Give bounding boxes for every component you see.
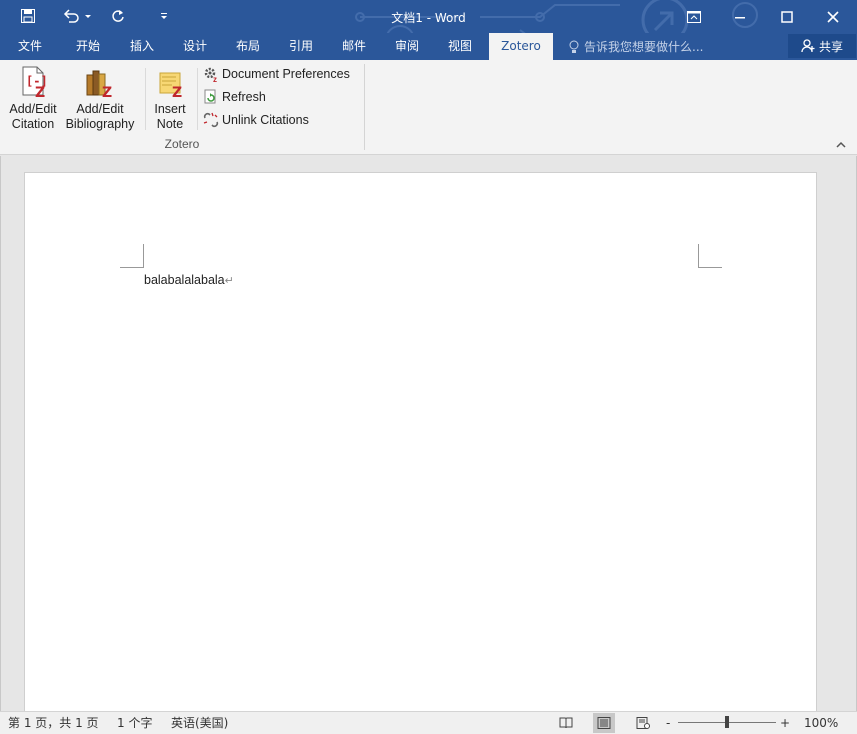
ribbon-zotero: [-] Z Add/Edit Citation Z Add/Edit Bibli…: [0, 60, 857, 155]
book-icon: [559, 717, 573, 729]
close-button[interactable]: [810, 0, 856, 33]
ribbon-group-label: Zotero: [164, 137, 200, 151]
zoom-slider-thumb[interactable]: [725, 716, 729, 728]
unlink-icon: [203, 112, 219, 128]
tab-file[interactable]: 文件: [6, 33, 54, 60]
page-count[interactable]: 第 1 页，共 1 页: [8, 715, 99, 732]
document-body-text[interactable]: balabalalabala↵: [144, 273, 234, 287]
refresh-label: Refresh: [222, 90, 266, 104]
bibliography-label-2: Bibliography: [65, 117, 135, 131]
tell-me-placeholder: 告诉我您想要做什么...: [584, 39, 704, 54]
share-label: 共享: [818, 39, 843, 54]
lightbulb-icon: [569, 40, 579, 53]
ribbon-separator: [197, 68, 198, 130]
zoom-out-button[interactable]: -: [666, 715, 670, 732]
document-page[interactable]: balabalalabala↵: [24, 172, 817, 717]
citation-label-1: Add/Edit: [9, 102, 57, 116]
refresh-button[interactable]: Refresh: [203, 87, 266, 107]
page-icon: [597, 717, 611, 729]
web-icon: [636, 717, 650, 729]
note-icon: Z: [159, 72, 182, 99]
citation-icon: [-] Z: [22, 66, 48, 99]
zoom-level[interactable]: 100%: [804, 715, 838, 732]
minimize-icon: [735, 16, 745, 18]
maximize-button[interactable]: [764, 0, 810, 33]
document-preferences-label: Document Preferences: [222, 67, 350, 81]
close-icon: [827, 10, 839, 23]
tab-design[interactable]: 设计: [171, 33, 219, 60]
gear-icon: z: [204, 67, 217, 82]
share-button[interactable]: 共享: [788, 34, 856, 58]
read-mode-button[interactable]: [555, 713, 577, 733]
tell-me-box[interactable]: 告诉我您想要做什么...: [568, 33, 703, 60]
insert-note-button[interactable]: Z Insert Note: [148, 65, 192, 132]
document-area: balabalalabala↵: [0, 156, 857, 717]
tab-references[interactable]: 引用: [277, 33, 325, 60]
margin-corner-top-left: [120, 244, 144, 268]
paragraph-mark: ↵: [224, 275, 234, 287]
tab-view[interactable]: 视图: [436, 33, 484, 60]
bibliography-icon: Z: [86, 70, 112, 99]
title-bar: 文档1 - Word: [0, 0, 857, 33]
tab-zotero[interactable]: Zotero: [489, 33, 553, 60]
svg-text:Z: Z: [102, 85, 112, 99]
bibliography-label-1: Add/Edit: [76, 102, 124, 116]
ribbon-display-button[interactable]: [671, 0, 717, 33]
print-layout-button[interactable]: [593, 713, 615, 733]
citation-label-2: Citation: [11, 117, 55, 131]
status-bar: 第 1 页，共 1 页 1 个字 英语(美国) - + 100%: [0, 711, 857, 734]
tab-mailings[interactable]: 邮件: [330, 33, 378, 60]
svg-text:z: z: [213, 75, 217, 82]
document-preferences-button[interactable]: z Document Preferences: [203, 64, 350, 84]
note-label-2: Note: [156, 117, 184, 131]
add-edit-bibliography-button[interactable]: Z Add/Edit Bibliography: [62, 65, 138, 132]
note-label-1: Insert: [154, 102, 186, 116]
maximize-icon: [781, 10, 793, 23]
zoom-in-button[interactable]: +: [780, 715, 790, 732]
person-icon: [801, 39, 815, 53]
ribbon-tabs: 文件 开始 插入 设计 布局 引用 邮件 审阅 视图 Zotero 告诉我您想要…: [0, 33, 857, 60]
collapse-ribbon-icon[interactable]: [834, 138, 848, 152]
paragraph-text: balabalalabala: [144, 273, 225, 287]
tab-insert[interactable]: 插入: [118, 33, 166, 60]
svg-text:Z: Z: [172, 85, 182, 99]
ribbon-separator: [145, 68, 146, 130]
svg-text:Z: Z: [35, 85, 45, 99]
ribbon-group-separator: [364, 64, 365, 150]
minimize-button[interactable]: [717, 0, 763, 33]
unlink-citations-label: Unlink Citations: [222, 113, 309, 127]
margin-corner-top-right: [698, 244, 722, 268]
tab-review[interactable]: 审阅: [383, 33, 431, 60]
language[interactable]: 英语(美国): [171, 715, 228, 732]
web-layout-button[interactable]: [632, 713, 654, 733]
tab-home[interactable]: 开始: [64, 33, 112, 60]
refresh-icon: [204, 89, 216, 104]
ribbon-display-icon: [687, 10, 701, 23]
tab-layout[interactable]: 布局: [224, 33, 272, 60]
word-count[interactable]: 1 个字: [117, 715, 152, 732]
unlink-citations-button[interactable]: Unlink Citations: [203, 110, 309, 130]
add-edit-citation-button[interactable]: [-] Z Add/Edit Citation: [6, 65, 60, 132]
